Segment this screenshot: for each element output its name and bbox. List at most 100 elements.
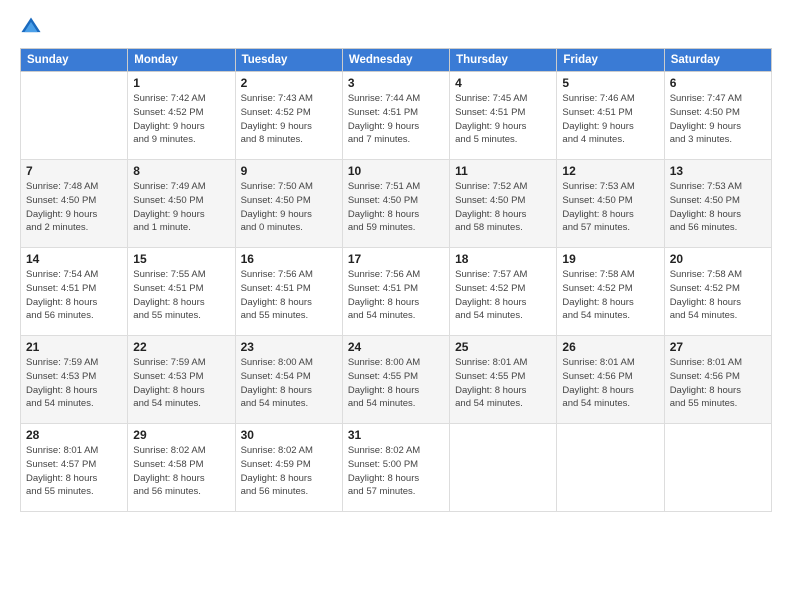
calendar-cell: 9 Sunrise: 7:50 AM Sunset: 4:50 PM Daylig… [235,160,342,248]
calendar-cell [557,424,664,512]
day-info: Sunrise: 7:58 AM Sunset: 4:52 PM Dayligh… [670,268,766,323]
calendar-cell: 1 Sunrise: 7:42 AM Sunset: 4:52 PM Daylig… [128,72,235,160]
day-number: 29 [133,428,229,442]
day-number: 28 [26,428,122,442]
day-info: Sunrise: 8:00 AM Sunset: 4:54 PM Dayligh… [241,356,337,411]
weekday-header: Tuesday [235,49,342,72]
calendar-cell: 3Sunrise: 7:44 AM Sunset: 4:51 PM Daylig… [342,72,449,160]
calendar-cell: 21Sunrise: 7:59 AM Sunset: 4:53 PM Dayli… [21,336,128,424]
day-number: 30 [241,428,337,442]
day-info: Sunrise: 7:58 AM Sunset: 4:52 PM Dayligh… [562,268,658,323]
day-info: Sunrise: 7:51 AM Sunset: 4:50 PM Dayligh… [348,180,444,235]
day-info: Sunrise: 8:01 AM Sunset: 4:56 PM Dayligh… [562,356,658,411]
day-number: 16 [241,252,337,266]
day-info: Sunrise: 8:02 AM Sunset: 4:59 PM Dayligh… [241,444,337,499]
day-info: Sunrise: 7:55 AM Sunset: 4:51 PM Dayligh… [133,268,229,323]
day-number: 5 [562,76,658,90]
calendar-cell: 15 Sunrise: 7:55 AM Sunset: 4:51 PM Dayli… [128,248,235,336]
calendar-cell: 12Sunrise: 7:53 AM Sunset: 4:50 PM Dayli… [557,160,664,248]
calendar-cell: 17 Sunrise: 7:56 AM Sunset: 4:51 PM Dayli… [342,248,449,336]
calendar-cell: 30 Sunrise: 8:02 AM Sunset: 4:59 PM Dayli… [235,424,342,512]
calendar-cell: 16 Sunrise: 7:56 AM Sunset: 4:51 PM Dayli… [235,248,342,336]
day-number: 6 [670,76,766,90]
calendar-cell: 7Sunrise: 7:48 AM Sunset: 4:50 PM Daylig… [21,160,128,248]
calendar-week-row: 1 Sunrise: 7:42 AM Sunset: 4:52 PM Daylig… [21,72,772,160]
day-number: 15 [133,252,229,266]
weekday-header: Thursday [450,49,557,72]
calendar-cell: 10 Sunrise: 7:51 AM Sunset: 4:50 PM Dayli… [342,160,449,248]
calendar-cell: 2Sunrise: 7:43 AM Sunset: 4:52 PM Daylig… [235,72,342,160]
calendar-cell: 22 Sunrise: 7:59 AM Sunset: 4:53 PM Dayli… [128,336,235,424]
day-number: 23 [241,340,337,354]
day-info: Sunrise: 8:02 AM Sunset: 4:58 PM Dayligh… [133,444,229,499]
day-info: Sunrise: 7:42 AM Sunset: 4:52 PM Dayligh… [133,92,229,147]
calendar-cell [450,424,557,512]
weekday-header: Friday [557,49,664,72]
calendar-week-row: 14 Sunrise: 7:54 AM Sunset: 4:51 PM Dayli… [21,248,772,336]
calendar-cell: 27 Sunrise: 8:01 AM Sunset: 4:56 PM Dayli… [664,336,771,424]
header [20,16,772,38]
day-number: 14 [26,252,122,266]
day-info: Sunrise: 7:52 AM Sunset: 4:50 PM Dayligh… [455,180,551,235]
day-number: 13 [670,164,766,178]
weekday-header: Saturday [664,49,771,72]
day-number: 11 [455,164,551,178]
day-number: 31 [348,428,444,442]
calendar-cell: 13 Sunrise: 7:53 AM Sunset: 4:50 PM Dayli… [664,160,771,248]
day-info: Sunrise: 7:59 AM Sunset: 4:53 PM Dayligh… [133,356,229,411]
calendar-cell: 24 Sunrise: 8:00 AM Sunset: 4:55 PM Dayli… [342,336,449,424]
day-info: Sunrise: 7:47 AM Sunset: 4:50 PM Dayligh… [670,92,766,147]
calendar-cell: 28Sunrise: 8:01 AM Sunset: 4:57 PM Dayli… [21,424,128,512]
weekday-header: Monday [128,49,235,72]
day-number: 8 [133,164,229,178]
day-number: 4 [455,76,551,90]
calendar-cell: 11 Sunrise: 7:52 AM Sunset: 4:50 PM Dayli… [450,160,557,248]
day-info: Sunrise: 7:45 AM Sunset: 4:51 PM Dayligh… [455,92,551,147]
weekday-header: Sunday [21,49,128,72]
weekday-header: Wednesday [342,49,449,72]
day-number: 26 [562,340,658,354]
calendar-cell: 26 Sunrise: 8:01 AM Sunset: 4:56 PM Dayli… [557,336,664,424]
day-info: Sunrise: 8:02 AM Sunset: 5:00 PM Dayligh… [348,444,444,499]
calendar-cell: 4 Sunrise: 7:45 AM Sunset: 4:51 PM Daylig… [450,72,557,160]
day-number: 21 [26,340,122,354]
day-info: Sunrise: 7:53 AM Sunset: 4:50 PM Dayligh… [670,180,766,235]
day-number: 24 [348,340,444,354]
calendar-week-row: 28Sunrise: 8:01 AM Sunset: 4:57 PM Dayli… [21,424,772,512]
day-info: Sunrise: 7:56 AM Sunset: 4:51 PM Dayligh… [348,268,444,323]
day-number: 1 [133,76,229,90]
day-number: 9 [241,164,337,178]
day-info: Sunrise: 7:46 AM Sunset: 4:51 PM Dayligh… [562,92,658,147]
day-info: Sunrise: 7:54 AM Sunset: 4:51 PM Dayligh… [26,268,122,323]
day-number: 10 [348,164,444,178]
calendar-cell: 14 Sunrise: 7:54 AM Sunset: 4:51 PM Dayli… [21,248,128,336]
calendar-cell: 5 Sunrise: 7:46 AM Sunset: 4:51 PM Daylig… [557,72,664,160]
day-info: Sunrise: 8:01 AM Sunset: 4:55 PM Dayligh… [455,356,551,411]
calendar-week-row: 7Sunrise: 7:48 AM Sunset: 4:50 PM Daylig… [21,160,772,248]
calendar-cell: 6 Sunrise: 7:47 AM Sunset: 4:50 PM Daylig… [664,72,771,160]
calendar-cell: 8Sunrise: 7:49 AM Sunset: 4:50 PM Daylig… [128,160,235,248]
weekday-header-row: SundayMondayTuesdayWednesdayThursdayFrid… [21,49,772,72]
calendar-cell [21,72,128,160]
day-number: 17 [348,252,444,266]
day-info: Sunrise: 7:56 AM Sunset: 4:51 PM Dayligh… [241,268,337,323]
day-number: 25 [455,340,551,354]
day-info: Sunrise: 8:01 AM Sunset: 4:56 PM Dayligh… [670,356,766,411]
day-info: Sunrise: 7:53 AM Sunset: 4:50 PM Dayligh… [562,180,658,235]
calendar-cell: 29 Sunrise: 8:02 AM Sunset: 4:58 PM Dayli… [128,424,235,512]
calendar-cell: 23 Sunrise: 8:00 AM Sunset: 4:54 PM Dayli… [235,336,342,424]
day-number: 22 [133,340,229,354]
day-number: 3 [348,76,444,90]
day-info: Sunrise: 8:00 AM Sunset: 4:55 PM Dayligh… [348,356,444,411]
day-number: 18 [455,252,551,266]
calendar-week-row: 21 Sunrise: 7:59 AM Sunset: 4:53 PM Dayli… [21,336,772,424]
calendar-cell: 25 Sunrise: 8:01 AM Sunset: 4:55 PM Dayli… [450,336,557,424]
calendar-cell: 19Sunrise: 7:58 AM Sunset: 4:52 PM Dayli… [557,248,664,336]
day-info: Sunrise: 7:50 AM Sunset: 4:50 PM Dayligh… [241,180,337,235]
day-number: 27 [670,340,766,354]
logo [20,16,46,38]
day-number: 20 [670,252,766,266]
logo-icon [20,16,42,38]
day-number: 2 [241,76,337,90]
calendar-cell [664,424,771,512]
